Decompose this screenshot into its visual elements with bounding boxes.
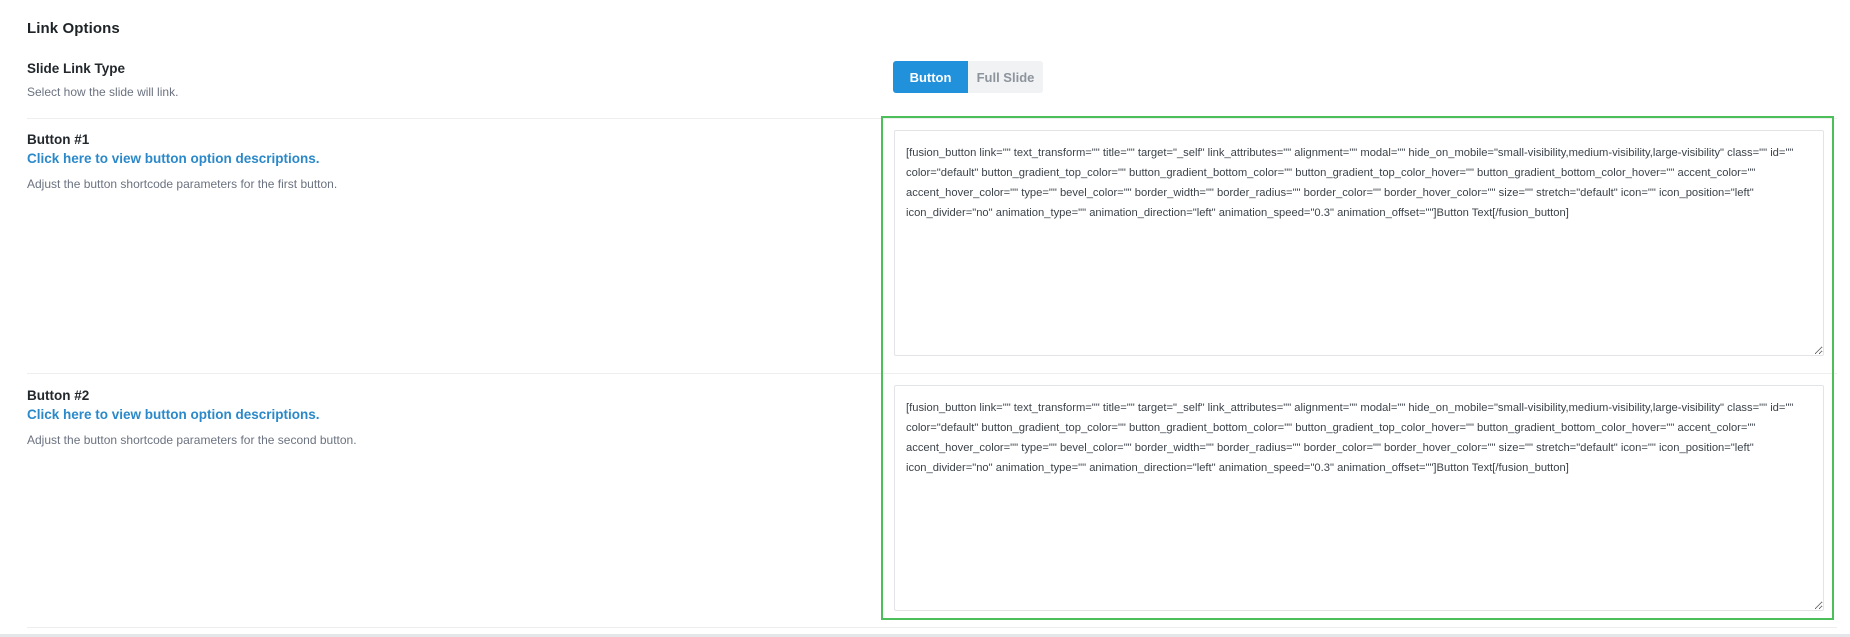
slide-link-type-description: Select how the slide will link.: [27, 85, 179, 99]
button-1-descriptions-link[interactable]: Click here to view button option descrip…: [27, 151, 320, 166]
button-1-shortcode-textarea[interactable]: [fusion_button link="" text_transform=""…: [894, 130, 1824, 356]
button-2-label: Button #2: [27, 388, 90, 403]
slide-link-type-label: Slide Link Type: [27, 61, 126, 76]
option-button-button[interactable]: Button: [893, 61, 968, 93]
button-1-description: Adjust the button shortcode parameters f…: [27, 177, 338, 191]
option-full-slide-button[interactable]: Full Slide: [968, 61, 1043, 93]
button-1-label: Button #1: [27, 132, 90, 147]
section-title: Link Options: [27, 20, 120, 37]
button-2-descriptions-link[interactable]: Click here to view button option descrip…: [27, 407, 320, 422]
button-2-description: Adjust the button shortcode parameters f…: [27, 433, 357, 447]
button-2-shortcode-textarea[interactable]: [fusion_button link="" text_transform=""…: [894, 385, 1824, 611]
divider: [27, 627, 1837, 628]
slide-link-type-toggle: Button Full Slide: [893, 61, 1043, 93]
